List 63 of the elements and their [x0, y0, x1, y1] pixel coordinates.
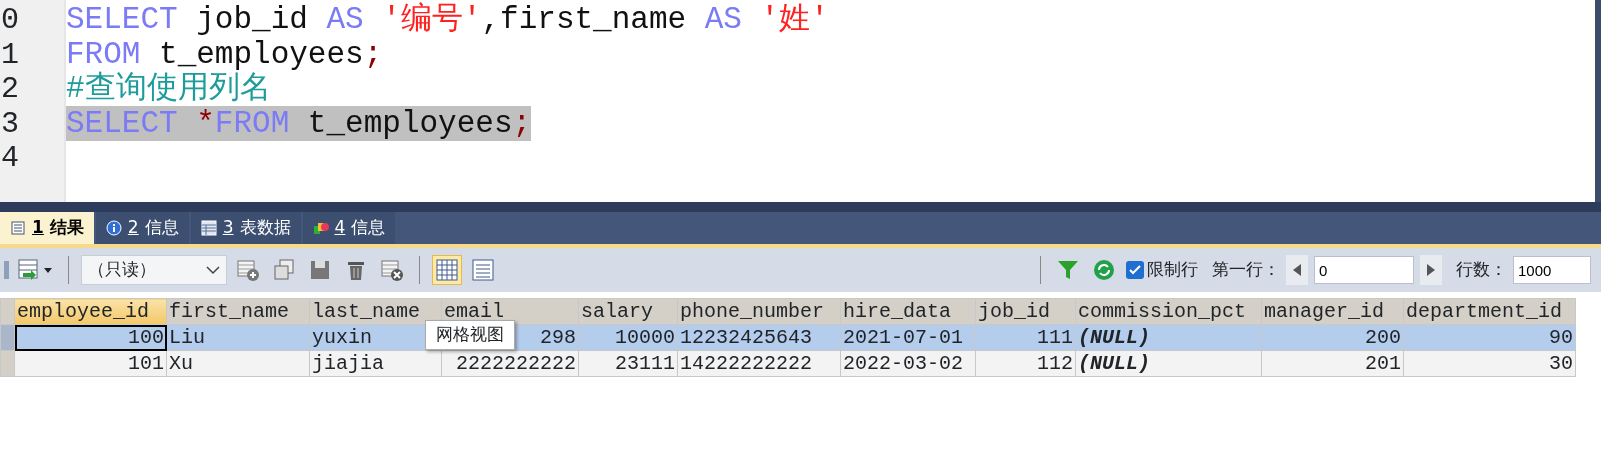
table-cell: 23111	[578, 350, 678, 377]
grid-view-icon[interactable]	[432, 255, 462, 285]
row-count-field[interactable]: 1000	[1513, 256, 1591, 284]
table-cell: jiajia	[309, 350, 442, 377]
tab[interactable]: 1 结果	[0, 212, 94, 244]
tab[interactable]: 4 信息	[302, 212, 396, 244]
code-line: SELECT job_id AS '编号',first_name AS '姓'	[66, 2, 829, 37]
table-cell: 112	[975, 350, 1076, 377]
tab[interactable]: 2 信息	[95, 212, 189, 244]
column-header[interactable]: manager_id	[1261, 298, 1404, 325]
column-header[interactable]: first_name	[166, 298, 310, 325]
tab[interactable]: 3 表数据	[190, 212, 301, 244]
table-cell: (NULL)	[1075, 324, 1262, 351]
column-header[interactable]: job_id	[975, 298, 1076, 325]
next-icon[interactable]	[1420, 255, 1442, 285]
table-cell: 111	[975, 324, 1076, 351]
table-cell: 100	[14, 324, 167, 351]
limit-rows-checkbox[interactable]	[1125, 260, 1145, 280]
grid-icon	[10, 220, 26, 236]
table-cell: 2222222222	[441, 350, 579, 377]
row-marker[interactable]	[0, 324, 15, 351]
table-cell: 2022-03-02	[840, 350, 976, 377]
table-cell: 14222222222	[677, 350, 841, 377]
code-line: #查询使用列名	[66, 71, 271, 106]
table-icon	[200, 220, 217, 236]
table-cell: 200	[1261, 324, 1404, 351]
column-header[interactable]: department_id	[1403, 298, 1576, 325]
table-cell: 10000	[578, 324, 678, 351]
column-header[interactable]: last_name	[309, 298, 442, 325]
first-row-label: 第一行：	[1212, 258, 1280, 282]
table-cell: 30	[1403, 350, 1576, 377]
column-header[interactable]: hire_data	[840, 298, 976, 325]
line-number: 2	[1, 72, 20, 107]
table-cell: (NULL)	[1075, 350, 1262, 377]
column-header[interactable]: salary	[578, 298, 678, 325]
panel-icon[interactable]	[4, 259, 10, 281]
table-cell: Liu	[166, 324, 310, 351]
row-count-label: 行数：	[1456, 258, 1507, 282]
mode-select[interactable]: （只读）	[81, 255, 227, 285]
line-number: 4	[1, 141, 20, 176]
limit-rows-label: 限制行	[1147, 258, 1198, 282]
column-header[interactable]: phone_number	[677, 298, 841, 325]
table-cell: 201	[1261, 350, 1404, 377]
shapes-icon	[312, 220, 329, 236]
table-cell: 90	[1403, 324, 1576, 351]
line-number: 0	[1, 3, 20, 38]
code-line: FROM t_employees;	[66, 36, 383, 72]
table-cell: 101	[14, 350, 167, 377]
line-number: 3	[1, 106, 20, 141]
first-row-field[interactable]: 0	[1314, 256, 1414, 284]
line-number: 1	[1, 37, 20, 72]
column-header[interactable]: commission_pct	[1075, 298, 1262, 325]
table-cell: 2021-07-01	[840, 324, 976, 351]
row-marker[interactable]	[0, 350, 15, 377]
table-cell: Xu	[166, 350, 310, 377]
chevron-down-icon	[206, 265, 220, 275]
row-marker	[0, 298, 15, 325]
column-header[interactable]: employee_id	[14, 298, 167, 325]
previous-icon[interactable]	[1286, 255, 1308, 285]
tooltip: 网格视图	[425, 320, 515, 350]
table-cell: 12232425643	[677, 324, 841, 351]
column-header[interactable]: email	[441, 298, 579, 325]
info-icon	[105, 220, 122, 236]
